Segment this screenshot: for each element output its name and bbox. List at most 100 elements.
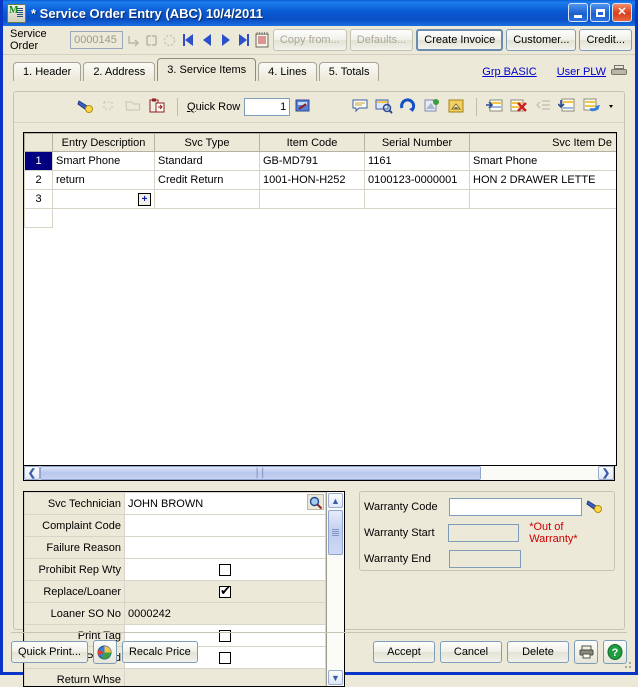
cell-item-code[interactable]: 1001-HON-H252 (260, 171, 365, 190)
previous-record-button[interactable] (199, 30, 215, 50)
dropdown-caret-icon[interactable] (606, 97, 618, 117)
service-order-number-field[interactable]: 0000145 (70, 31, 123, 49)
table-row[interactable]: 3 + (25, 190, 617, 209)
last-record-button[interactable] (236, 30, 252, 50)
resize-grip[interactable] (621, 658, 633, 670)
first-record-button[interactable] (180, 30, 196, 50)
quick-print-button[interactable]: Quick Print... (11, 641, 88, 663)
detail-row-replace-loaner[interactable]: Replace/Loaner (25, 581, 326, 603)
detail-row-failure-reason[interactable]: Failure Reason (25, 537, 326, 559)
grid-horizontal-scrollbar[interactable]: ❮ ⎮⎮ ❯ (23, 465, 615, 481)
table-row[interactable]: 2 return Credit Return 1001-HON-H252 010… (25, 171, 617, 190)
flashlight-icon[interactable] (76, 97, 96, 117)
tab-totals[interactable]: 5. Totals (319, 62, 380, 81)
inquiry-icon[interactable] (375, 97, 395, 117)
customer-button[interactable]: Customer... (506, 29, 576, 51)
scroll-track[interactable]: ⎮⎮ (40, 466, 598, 480)
detail-value[interactable] (125, 559, 326, 581)
column-header-svc-type[interactable]: Svc Type (155, 134, 260, 152)
row-number[interactable]: 3 (25, 190, 53, 209)
cell-entry-description[interactable]: Smart Phone (53, 152, 155, 171)
cancel-button[interactable]: Cancel (440, 641, 502, 663)
prohibit-rep-wty-checkbox[interactable] (219, 564, 231, 576)
scroll-thumb[interactable] (328, 510, 343, 555)
detail-value[interactable] (125, 515, 326, 537)
tab-lines[interactable]: 4. Lines (258, 62, 317, 81)
warranty-end-input[interactable] (449, 550, 521, 568)
detail-row-svc-technician[interactable]: Svc Technician JOHN BROWN (25, 493, 326, 515)
detail-row-prohibit-rep-wty[interactable]: Prohibit Rep Wty (25, 559, 326, 581)
scroll-left-button[interactable]: ❮ (24, 466, 40, 480)
replace-loaner-checkbox[interactable] (219, 586, 231, 598)
tab-header[interactable]: 1. Header (13, 62, 81, 81)
next-record-button[interactable] (218, 30, 234, 50)
detail-value[interactable]: JOHN BROWN (125, 493, 326, 515)
quick-row-goto-icon[interactable] (294, 97, 314, 117)
list-records-icon[interactable] (255, 31, 270, 50)
printer-icon[interactable] (574, 640, 598, 664)
detail-row-complaint-code[interactable]: Complaint Code (25, 515, 326, 537)
cell-entry-description[interactable]: + (53, 190, 155, 209)
flashlight-icon[interactable] (585, 497, 605, 517)
scroll-right-button[interactable]: ❯ (598, 466, 614, 480)
cell-serial-number[interactable]: 0100123-0000001 (365, 171, 470, 190)
cell-item-code[interactable] (260, 190, 365, 209)
recalc-price-button[interactable]: Recalc Price (122, 641, 198, 663)
column-header-rownum[interactable] (25, 134, 53, 152)
table-row[interactable]: 1 Smart Phone Standard GB-MD791 1161 Sma… (25, 152, 617, 171)
detail-value[interactable]: 0000242 (125, 603, 326, 625)
column-header-item-code[interactable]: Item Code (260, 134, 365, 152)
tab-service-items[interactable]: 3. Service Items (157, 58, 256, 81)
row-number[interactable]: 1 (25, 152, 53, 171)
refresh-icon[interactable] (399, 97, 419, 117)
defaults-button[interactable]: Defaults... (350, 29, 414, 51)
scroll-up-button[interactable]: ▲ (328, 493, 343, 508)
delete-row-icon[interactable] (510, 97, 530, 117)
cell-svc-type[interactable]: Standard (155, 152, 260, 171)
cell-svc-item-desc[interactable] (470, 190, 617, 209)
column-header-svc-item-desc[interactable]: Svc Item De (470, 134, 617, 152)
detail-value[interactable] (125, 581, 326, 603)
user-link[interactable]: User PLW (557, 66, 606, 78)
warranty-code-input[interactable] (449, 498, 582, 516)
cell-svc-item-desc[interactable]: HON 2 DRAWER LETTE (470, 171, 617, 190)
cell-svc-type[interactable]: Credit Return (155, 171, 260, 190)
copy-from-button[interactable]: Copy from... (273, 29, 347, 51)
scroll-down-button[interactable]: ▼ (328, 670, 343, 685)
column-header-serial-number[interactable]: Serial Number (365, 134, 470, 152)
comment-icon[interactable] (351, 97, 371, 117)
credit-button[interactable]: Credit... (579, 29, 632, 51)
insert-row-icon[interactable] (486, 97, 506, 117)
detail-value[interactable] (125, 537, 326, 559)
export-icon[interactable] (423, 97, 443, 117)
group-link[interactable]: Grp BASIC (482, 66, 536, 78)
column-header-entry-description[interactable]: Entry Description (53, 134, 155, 152)
scroll-thumb[interactable]: ⎮⎮ (40, 466, 481, 480)
fill-down-icon[interactable] (558, 97, 578, 117)
print-settings-icon[interactable] (93, 640, 117, 664)
tab-address[interactable]: 2. Address (83, 62, 155, 81)
search-icon[interactable] (307, 494, 324, 510)
cell-item-code[interactable]: GB-MD791 (260, 152, 365, 171)
row-number[interactable]: 2 (25, 171, 53, 190)
create-invoice-button[interactable]: Create Invoice (416, 29, 503, 51)
maximize-button[interactable] (590, 3, 610, 22)
row-options-icon[interactable] (582, 97, 602, 117)
close-button[interactable]: ✕ (612, 3, 632, 22)
warranty-start-input[interactable] (448, 524, 519, 542)
delete-button[interactable]: Delete (507, 641, 569, 663)
paste-icon[interactable] (148, 97, 168, 117)
cell-serial-number[interactable] (365, 190, 470, 209)
cell-svc-item-desc[interactable]: Smart Phone (470, 152, 617, 171)
cell-svc-type[interactable] (155, 190, 260, 209)
printer-icon[interactable] (611, 65, 627, 78)
accept-button[interactable]: Accept (373, 641, 435, 663)
home-icon[interactable] (447, 97, 467, 117)
service-items-grid[interactable]: Entry Description Svc Type Item Code Ser… (23, 132, 617, 466)
minimize-button[interactable] (568, 3, 588, 22)
detail-row-loaner-so-no[interactable]: Loaner SO No 0000242 (25, 603, 326, 625)
cell-entry-description[interactable]: return (53, 171, 155, 190)
cell-serial-number[interactable]: 1161 (365, 152, 470, 171)
quick-row-input[interactable]: 1 (244, 98, 290, 116)
expand-row-icon[interactable]: + (138, 193, 151, 206)
